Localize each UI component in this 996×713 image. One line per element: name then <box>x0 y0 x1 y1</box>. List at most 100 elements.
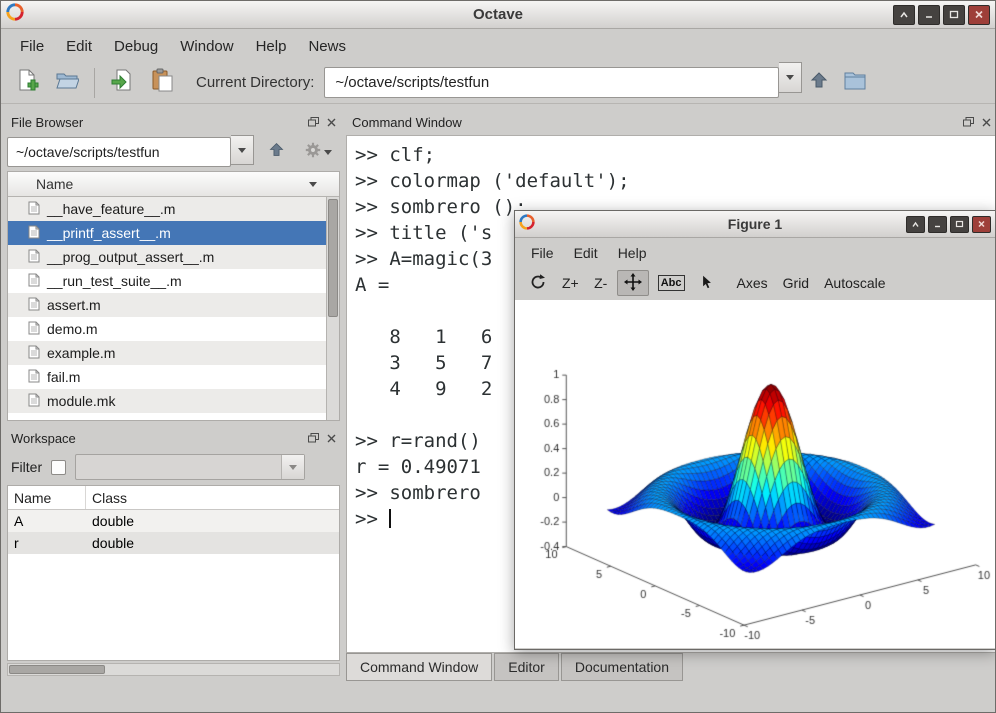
menu-news[interactable]: News <box>297 33 357 60</box>
settings-button[interactable] <box>298 138 338 166</box>
folder-up-button[interactable] <box>260 138 292 166</box>
chevron-down-icon <box>289 465 297 470</box>
workspace-panel: Workspace Filter Name Class A double <box>5 427 342 678</box>
column-header-name[interactable]: Name <box>8 486 86 509</box>
rotate-icon <box>529 273 547 294</box>
file-browser-panel: File Browser ~/octave/scripts/testfun <box>5 111 342 423</box>
file-icon <box>28 297 40 314</box>
file-name: __run_test_suite__.m <box>47 273 182 289</box>
scrollbar-thumb[interactable] <box>328 199 338 317</box>
menu-file[interactable]: File <box>9 33 55 60</box>
clipboard-icon <box>150 68 174 97</box>
filter-combo[interactable] <box>75 454 305 480</box>
menu-help[interactable]: Help <box>245 33 298 60</box>
maximize-button[interactable] <box>943 5 965 25</box>
file-name: demo.m <box>47 321 98 337</box>
pan-tool-button[interactable] <box>617 270 649 296</box>
toolbar-separator <box>94 68 95 98</box>
file-name: __have_feature__.m <box>47 201 175 217</box>
console-line: >> clf; <box>355 142 996 168</box>
close-panel-icon[interactable] <box>327 115 336 130</box>
maximize-button[interactable] <box>950 216 969 233</box>
file-icon <box>28 201 40 218</box>
current-directory-combo[interactable]: ~/octave/scripts/testfun <box>324 67 779 98</box>
table-row[interactable]: A double <box>8 510 339 532</box>
browse-directory-button[interactable] <box>836 65 874 101</box>
file-name: __printf_assert__.m <box>47 225 171 241</box>
current-directory-label: Current Directory: <box>196 74 314 91</box>
shade-button[interactable] <box>906 216 925 233</box>
zoom-in-button[interactable]: Z+ <box>556 270 585 296</box>
figure-menu-file[interactable]: File <box>521 241 564 265</box>
octave-logo-icon <box>6 3 24 26</box>
load-workspace-button[interactable] <box>102 65 142 101</box>
file-list-item[interactable]: fail.m <box>8 365 326 389</box>
horizontal-splitter[interactable] <box>5 423 342 427</box>
file-icon <box>28 369 40 386</box>
menu-debug[interactable]: Debug <box>103 33 169 60</box>
file-icon <box>28 321 40 338</box>
close-panel-icon[interactable] <box>327 431 336 446</box>
file-icon <box>28 249 40 266</box>
menu-window[interactable]: Window <box>169 33 244 60</box>
file-name: __prog_output_assert__.m <box>47 249 214 265</box>
tab-editor[interactable]: Editor <box>494 653 559 681</box>
file-list: Name __have_feature__.m __printf_assert_… <box>7 171 340 421</box>
variable-class: double <box>86 535 134 551</box>
column-header-class[interactable]: Class <box>86 486 127 509</box>
open-file-button[interactable] <box>47 65 87 101</box>
paste-button[interactable] <box>142 65 182 101</box>
shade-button[interactable] <box>893 5 915 25</box>
close-button[interactable] <box>972 216 991 233</box>
minimize-button[interactable] <box>928 216 947 233</box>
tab-documentation[interactable]: Documentation <box>561 653 683 681</box>
table-row[interactable]: r double <box>8 532 339 554</box>
close-panel-icon[interactable] <box>982 115 991 130</box>
file-list-item[interactable]: module.mk <box>8 389 326 413</box>
path-dropdown-button[interactable] <box>231 135 254 165</box>
file-list-item[interactable]: demo.m <box>8 317 326 341</box>
select-tool-button[interactable] <box>694 270 720 296</box>
figure-window: Figure 1 File Edit Help Z+ Z- <box>514 210 996 650</box>
file-list-item[interactable]: example.m <box>8 341 326 365</box>
titlebar[interactable]: Octave <box>1 1 995 29</box>
file-list-item-selected[interactable]: __printf_assert__.m <box>8 221 326 245</box>
directory-dropdown-button[interactable] <box>779 62 802 93</box>
column-header-name: Name <box>36 176 73 192</box>
close-button[interactable] <box>968 5 990 25</box>
figure-toolbar: Z+ Z- Abc Axes Grid Autoscale <box>515 266 995 300</box>
file-browser-path-combo[interactable]: ~/octave/scripts/testfun <box>7 137 231 167</box>
new-script-button[interactable] <box>7 65 47 101</box>
directory-up-button[interactable] <box>802 65 836 101</box>
file-list-item[interactable]: __prog_output_assert__.m <box>8 245 326 269</box>
undock-icon[interactable] <box>963 115 974 130</box>
scrollbar-thumb[interactable] <box>9 665 105 674</box>
chevron-down-icon <box>324 150 332 155</box>
sort-dropdown-icon[interactable] <box>309 182 317 187</box>
undock-icon[interactable] <box>308 431 319 446</box>
vertical-scrollbar[interactable] <box>326 197 339 420</box>
figure-plot-canvas[interactable] <box>515 300 995 648</box>
menu-edit[interactable]: Edit <box>55 33 103 60</box>
file-list-item[interactable]: __run_test_suite__.m <box>8 269 326 293</box>
axes-button[interactable]: Axes <box>731 270 774 296</box>
file-list-item[interactable]: assert.m <box>8 293 326 317</box>
figure-menu-edit[interactable]: Edit <box>564 241 608 265</box>
undock-icon[interactable] <box>308 115 319 130</box>
text-tool-icon: Abc <box>658 275 685 291</box>
file-list-item[interactable]: __have_feature__.m <box>8 197 326 221</box>
filter-checkbox[interactable] <box>51 460 66 475</box>
figure-titlebar[interactable]: Figure 1 <box>515 211 995 238</box>
rotate-tool-button[interactable] <box>523 270 553 296</box>
filter-dropdown-button[interactable] <box>281 455 304 479</box>
zoom-out-button[interactable]: Z- <box>588 270 614 296</box>
tab-command-window[interactable]: Command Window <box>346 653 492 681</box>
figure-menu-help[interactable]: Help <box>608 241 657 265</box>
minimize-button[interactable] <box>918 5 940 25</box>
file-list-column-header[interactable]: Name <box>8 172 339 197</box>
grid-button[interactable]: Grid <box>777 270 815 296</box>
autoscale-button[interactable]: Autoscale <box>818 270 891 296</box>
text-annotation-button[interactable]: Abc <box>652 270 691 296</box>
import-icon <box>110 68 134 97</box>
horizontal-scrollbar[interactable] <box>7 663 340 676</box>
